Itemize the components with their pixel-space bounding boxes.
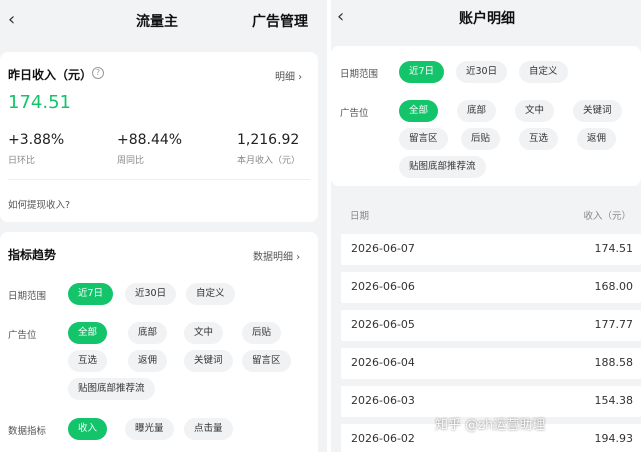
page-title: 账户明细: [459, 11, 515, 27]
table-row[interactable]: 2026-06-03 154.38: [341, 386, 641, 417]
ad-slot-label: 广告位: [8, 330, 37, 341]
row-date: 2026-06-07: [351, 242, 415, 255]
table-row[interactable]: 2026-06-04 188.58: [341, 348, 641, 379]
income-title: 昨日收入（元）: [8, 68, 93, 82]
divider: [8, 179, 310, 180]
table-row[interactable]: 2026-06-06 168.00: [341, 272, 641, 303]
row-income: 194.93: [594, 432, 634, 445]
slot-option-in-text[interactable]: 文中: [515, 100, 555, 122]
slot-option-image-bottom-feed[interactable]: 贴图底部推荐流: [399, 156, 486, 178]
row-date: 2026-06-05: [351, 318, 415, 331]
traffic-master-panel: ‹ 流量主 广告管理 昨日收入（元） ? 明细 › 174.51 +3.88% …: [0, 0, 327, 452]
yesterday-income-amount: 174.51: [8, 92, 71, 113]
row-date: 2026-06-02: [351, 432, 415, 445]
tab-traffic-master[interactable]: 流量主: [136, 12, 178, 32]
stat-day-value: +3.88%: [8, 132, 65, 148]
stat-month-label: 本月收入（元）: [237, 156, 301, 166]
slot-option-bottom[interactable]: 底部: [128, 322, 168, 344]
slot-option-keyword[interactable]: 关键词: [573, 100, 622, 122]
row-income: 177.77: [594, 318, 634, 331]
slot-option-all[interactable]: 全部: [399, 100, 439, 122]
withdraw-link[interactable]: 如何提现收入?: [8, 197, 70, 211]
date-range-label: 日期范围: [340, 69, 379, 80]
income-detail-link[interactable]: 明细 ›: [275, 68, 302, 83]
back-icon[interactable]: ‹: [8, 9, 15, 31]
metric-option-clicks[interactable]: 点击量: [184, 418, 233, 440]
metric-label: 数据指标: [8, 426, 47, 437]
date-option-custom[interactable]: 自定义: [186, 283, 235, 305]
slot-option-post-roll[interactable]: 后贴: [461, 128, 501, 150]
slot-option-commission[interactable]: 返佣: [577, 128, 617, 150]
filter-card: 日期范围 近7日 近30日 自定义 广告位 全部 底部 文中 关键词 留言区 后…: [331, 46, 641, 186]
slot-option-post-roll[interactable]: 后贴: [242, 322, 282, 344]
date-option-7d[interactable]: 近7日: [399, 61, 445, 83]
slot-option-bottom[interactable]: 底部: [457, 100, 497, 122]
tab-ad-management[interactable]: 广告管理: [252, 12, 308, 32]
row-date: 2026-06-06: [351, 280, 415, 293]
column-income: 收入（元）: [583, 211, 631, 222]
date-option-30d[interactable]: 近30日: [456, 61, 508, 83]
slot-option-all[interactable]: 全部: [68, 322, 108, 344]
row-income: 188.58: [594, 356, 634, 369]
row-income: 168.00: [594, 280, 634, 293]
row-date: 2026-06-04: [351, 356, 415, 369]
watermark: 知乎 @zh运营助理: [435, 418, 546, 433]
date-option-custom[interactable]: 自定义: [519, 61, 568, 83]
date-option-7d[interactable]: 近7日: [68, 283, 114, 305]
stat-week-value: +88.44%: [117, 132, 183, 148]
metric-option-impressions[interactable]: 曝光量: [125, 418, 174, 440]
slot-option-commission[interactable]: 返佣: [128, 350, 168, 372]
left-navbar: ‹ 流量主 广告管理: [0, 0, 327, 42]
slot-option-comments[interactable]: 留言区: [399, 128, 448, 150]
slot-option-keyword[interactable]: 关键词: [184, 350, 233, 372]
trend-title: 指标趋势: [8, 248, 57, 262]
table-header: 日期 收入（元）: [331, 196, 641, 230]
slot-option-comments[interactable]: 留言区: [242, 350, 291, 372]
slot-option-image-bottom-feed[interactable]: 贴图底部推荐流: [68, 378, 155, 400]
row-income: 174.51: [594, 242, 634, 255]
slot-option-mutual[interactable]: 互选: [519, 128, 559, 150]
column-date: 日期: [350, 211, 370, 222]
table-row[interactable]: 2026-06-07 174.51: [341, 234, 641, 265]
trend-card: 指标趋势 数据明细 › 日期范围 近7日 近30日 自定义 广告位 全部 底部 …: [0, 232, 318, 452]
account-detail-panel: ‹ 账户明细 日期范围 近7日 近30日 自定义 广告位 全部 底部 文中 关键…: [331, 0, 641, 452]
date-option-30d[interactable]: 近30日: [125, 283, 177, 305]
stat-week-label: 周同比: [117, 156, 145, 166]
date-range-label: 日期范围: [8, 291, 47, 302]
right-navbar: ‹ 账户明细: [331, 0, 641, 42]
metric-option-income[interactable]: 收入: [68, 418, 108, 440]
row-income: 154.38: [594, 394, 634, 407]
stat-day-label: 日环比: [8, 156, 36, 166]
slot-option-mutual[interactable]: 互选: [68, 350, 108, 372]
slot-option-in-text[interactable]: 文中: [184, 322, 224, 344]
income-card: 昨日收入（元） ? 明细 › 174.51 +3.88% 日环比 +88.44%…: [0, 52, 318, 222]
ad-slot-label: 广告位: [340, 108, 369, 119]
stat-month-value: 1,216.92: [237, 132, 300, 148]
row-date: 2026-06-03: [351, 394, 415, 407]
help-icon[interactable]: ?: [92, 67, 104, 79]
table-row[interactable]: 2026-06-05 177.77: [341, 310, 641, 341]
back-icon[interactable]: ‹: [337, 6, 344, 28]
data-detail-link[interactable]: 数据明细 ›: [253, 248, 300, 263]
